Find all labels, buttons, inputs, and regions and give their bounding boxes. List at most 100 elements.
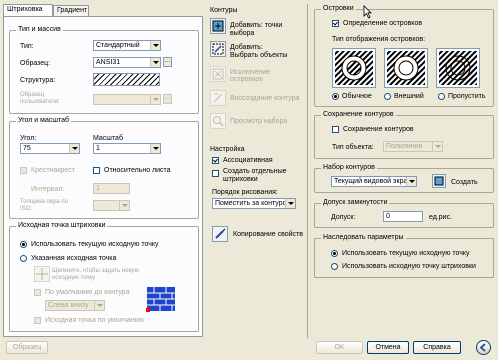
add-select-objects-button[interactable] [210, 41, 226, 57]
pattern-select[interactable]: ANSI31 [93, 57, 161, 68]
new-boundary-set-label: Создать [451, 179, 478, 186]
origin-position-select[interactable]: Слева внизу [45, 300, 105, 311]
specified-origin-label: Указанная исходная точка [31, 255, 117, 262]
type-select[interactable]: Стандартный [93, 40, 161, 51]
add-pick-points-button[interactable] [210, 18, 226, 34]
draw-order-label: Порядок рисования: [212, 189, 278, 196]
new-boundary-set-button[interactable] [432, 174, 446, 188]
tab-hatch[interactable]: Штриховка [3, 4, 53, 16]
pick-points-icon [212, 20, 224, 32]
scale-select[interactable]: 1 [93, 143, 161, 154]
new-set-icon [434, 176, 444, 186]
boundary-set-select[interactable]: Текущий видовой экран [331, 176, 417, 187]
group-title: Сохранение контуров [321, 110, 396, 120]
outer-island-icon [387, 51, 425, 85]
inherit-properties-label: Копирование свойств [233, 231, 303, 238]
island-ignore-preview[interactable] [436, 48, 480, 88]
retain-boundaries-checkbox[interactable] [332, 126, 339, 133]
group-title: Допуск замкнутости [321, 198, 390, 208]
collapse-button[interactable] [476, 340, 491, 355]
select-objects-icon [212, 43, 224, 55]
pattern-swatch[interactable] [93, 73, 160, 86]
spacing-input[interactable]: 1 [93, 183, 130, 194]
inherit-properties-button[interactable] [212, 226, 228, 242]
inherit-source-origin-radio[interactable] [331, 263, 338, 270]
tab-gradient[interactable]: Градиент [53, 5, 89, 16]
object-type-value: Полилиния [386, 143, 423, 150]
chevron-down-icon [432, 142, 442, 151]
angle-label: Угол: [20, 135, 37, 142]
inherit-current-origin-radio[interactable] [331, 250, 338, 257]
ok-button[interactable]: OK [316, 341, 363, 354]
view-selections-label: Просмотр набора [230, 118, 288, 125]
chevron-down-icon [150, 41, 160, 50]
spacing-value: 1 [96, 185, 100, 192]
recreate-icon [213, 93, 223, 103]
custom-browse-button[interactable]: … [163, 94, 172, 104]
specified-origin-radio[interactable] [20, 255, 27, 262]
custom-pattern-label: Образец пользователя: [20, 92, 60, 105]
recreate-boundary-button[interactable] [210, 90, 226, 106]
associative-checkbox[interactable] [212, 157, 219, 164]
normal-island-icon [335, 51, 373, 85]
crosshair-icon [36, 268, 48, 280]
magnifier-icon [213, 116, 224, 127]
scale-label: Масштаб [93, 135, 123, 142]
iso-pen-select[interactable] [93, 200, 130, 211]
draw-order-value: Поместить за контуром [215, 200, 292, 207]
iso-pen-label: Толщина пера по ISO: [20, 199, 69, 212]
island-detection-checkbox[interactable] [332, 20, 339, 27]
options-title: Настройка [210, 146, 245, 153]
use-current-origin-radio[interactable] [20, 241, 27, 248]
inherit-source-origin-label: Использовать исходную точку штриховки [342, 263, 476, 270]
island-normal-preview[interactable] [332, 48, 376, 88]
origin-preview-icon [146, 286, 176, 312]
tolerance-input[interactable]: 0 [383, 211, 423, 222]
add-select-objects-label: Добавить: Выбрать объекты [230, 44, 288, 59]
relative-checkbox[interactable] [93, 167, 100, 174]
separate-hatches-checkbox[interactable] [212, 170, 219, 177]
recreate-boundary-label: Воссоздание контура [230, 95, 300, 102]
origin-position-value: Слева внизу [48, 302, 89, 309]
group-title: Набор контуров [321, 163, 377, 173]
separator [307, 4, 308, 338]
draw-order-select[interactable]: Поместить за контуром [212, 198, 296, 209]
chevron-down-icon [150, 58, 160, 67]
island-ignore-radio[interactable] [438, 93, 445, 100]
cancel-button[interactable]: Отмена [367, 341, 409, 354]
chevron-down-icon [150, 144, 160, 153]
click-new-origin-label: Щелкните, чтобы задать новую исходную то… [52, 268, 140, 281]
crosshatch-checkbox[interactable] [20, 167, 27, 174]
retain-boundaries-group: Сохранение контуров [314, 110, 494, 159]
remove-islands-label: Исключение островков [230, 69, 271, 83]
pattern-label: Образец: [20, 60, 51, 67]
associative-label: Ассоциативная [223, 157, 273, 164]
island-style-label: Тип отображения островков: [332, 36, 426, 43]
pattern-browse-button[interactable]: … [163, 57, 172, 67]
island-ignore-label: Пропустить [448, 93, 486, 100]
object-type-select[interactable]: Полилиния [383, 141, 443, 152]
default-boundary-label: По умолчанию до контура [45, 289, 130, 296]
island-outer-radio[interactable] [384, 93, 391, 100]
group-title: Островки [321, 4, 356, 14]
island-outer-label: Внешний [394, 93, 424, 100]
ignore-island-icon [439, 51, 477, 85]
store-default-checkbox[interactable] [34, 317, 41, 324]
spacing-label: Интервал: [31, 186, 65, 193]
chevron-down-icon [94, 301, 104, 310]
pick-origin-button[interactable] [34, 266, 50, 282]
group-title: Угол и масштаб [16, 116, 72, 126]
angle-select[interactable]: 75 [20, 143, 80, 154]
custom-pattern-select[interactable] [93, 94, 161, 105]
help-button[interactable]: Справка [413, 341, 461, 354]
view-selections-button[interactable] [210, 113, 226, 129]
preview-button[interactable]: Образец [6, 341, 48, 354]
type-value: Стандартный [96, 42, 140, 49]
pattern-value: ANSI31 [96, 59, 121, 66]
remove-islands-button[interactable] [210, 66, 226, 82]
default-boundary-checkbox[interactable] [34, 289, 41, 296]
use-current-origin-label: Использовать текущую исходную точку [31, 241, 159, 248]
chevron-left-icon [479, 343, 486, 352]
island-outer-preview[interactable] [384, 48, 428, 88]
island-normal-radio[interactable] [332, 93, 339, 100]
